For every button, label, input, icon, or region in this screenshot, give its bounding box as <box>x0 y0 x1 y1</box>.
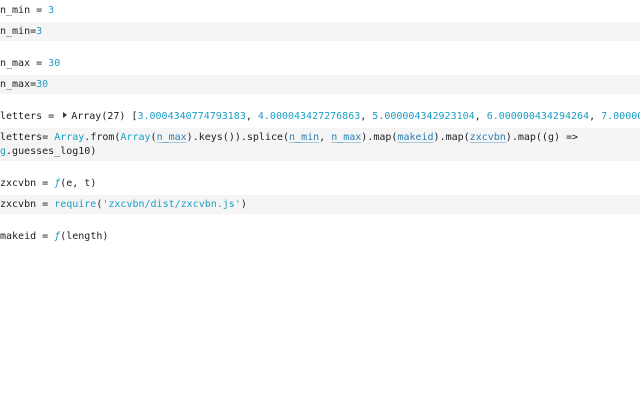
array-separator: , <box>589 111 602 122</box>
cell-gap <box>0 41 640 53</box>
letters-name: letters <box>0 111 43 122</box>
n-max-source-value: 30 <box>36 79 49 90</box>
equals-sign: = <box>30 5 49 16</box>
cell-gap <box>0 161 640 173</box>
array-value-0: 3.0004340774793183 <box>137 111 246 122</box>
array-value-1: 4.000043427276863 <box>257 111 361 122</box>
function-args: (length) <box>60 231 109 242</box>
n-max-source-text: n_max= <box>0 79 37 90</box>
equals-sign: = <box>30 58 49 69</box>
code-text: ).keys()).splice( <box>186 132 290 143</box>
require-keyword: require <box>54 199 97 210</box>
n-max-name: n_max <box>0 58 31 69</box>
code-text: , <box>319 132 332 143</box>
code-text: .guesses_log10) <box>6 146 97 157</box>
n-max-source-cell[interactable]: n_max=30 <box>0 75 640 94</box>
array-value-2: 5.000004342923104 <box>372 111 475 122</box>
equals-sign: = <box>42 111 61 122</box>
n-min-name: n_min <box>0 5 31 16</box>
code-text: .from( <box>84 132 121 143</box>
module-path-string: 'zxcvbn/dist/zxcvbn.js' <box>102 199 241 210</box>
n-min-source-value: 3 <box>36 26 43 37</box>
n-min-source-text: n_min= <box>0 26 37 37</box>
n-max-output: n_max = 30 <box>0 53 640 75</box>
function-args: (e, t) <box>60 178 97 189</box>
array-separator: , <box>360 111 373 122</box>
code-text: ).map( <box>433 132 470 143</box>
code-text: zxcvbn = <box>0 199 55 210</box>
equals-sign: = <box>36 178 55 189</box>
zxcvbn-reference[interactable]: zxcvbn <box>470 132 506 143</box>
zxcvbn-name: zxcvbn <box>0 178 37 189</box>
code-text: ).map( <box>361 132 398 143</box>
cell-gap <box>0 214 640 226</box>
zxcvbn-output: zxcvbn = ƒ(e, t) <box>0 173 640 195</box>
n-min-reference[interactable]: n_min <box>289 132 319 143</box>
array-value-4: 7.000000043429 <box>601 111 640 122</box>
equals-sign: = <box>36 231 55 242</box>
code-text: ).map((g) => <box>505 132 579 143</box>
code-text: ) <box>240 199 247 210</box>
array-value-3: 6.000000434294264 <box>486 111 590 122</box>
makeid-reference[interactable]: makeid <box>397 132 433 143</box>
n-min-value: 3 <box>48 5 55 16</box>
makeid-name: makeid <box>0 231 37 242</box>
n-max-value: 30 <box>48 58 61 69</box>
array-summary[interactable]: Array(27) <box>71 111 125 122</box>
n-max-reference[interactable]: n_max <box>331 132 361 143</box>
zxcvbn-source-cell[interactable]: zxcvbn = require('zxcvbn/dist/zxcvbn.js'… <box>0 195 640 214</box>
makeid-output: makeid = ƒ(length) <box>0 226 640 248</box>
n-min-source-cell[interactable]: n_min=3 <box>0 22 640 41</box>
expand-triangle-icon[interactable] <box>63 112 68 118</box>
cell-gap <box>0 94 640 106</box>
array-keyword: Array <box>120 132 151 143</box>
array-separator: , <box>245 111 258 122</box>
array-separator: , <box>474 111 487 122</box>
n-min-output: n_min = 3 <box>0 0 640 22</box>
letters-output: letters = Array(27) [3.0004340774793183,… <box>0 106 640 128</box>
code-text: letters= <box>0 132 55 143</box>
letters-source-cell[interactable]: letters= Array.from(Array(n_max).keys())… <box>0 128 640 161</box>
n-max-reference[interactable]: n_max <box>157 132 187 143</box>
array-keyword: Array <box>54 132 85 143</box>
